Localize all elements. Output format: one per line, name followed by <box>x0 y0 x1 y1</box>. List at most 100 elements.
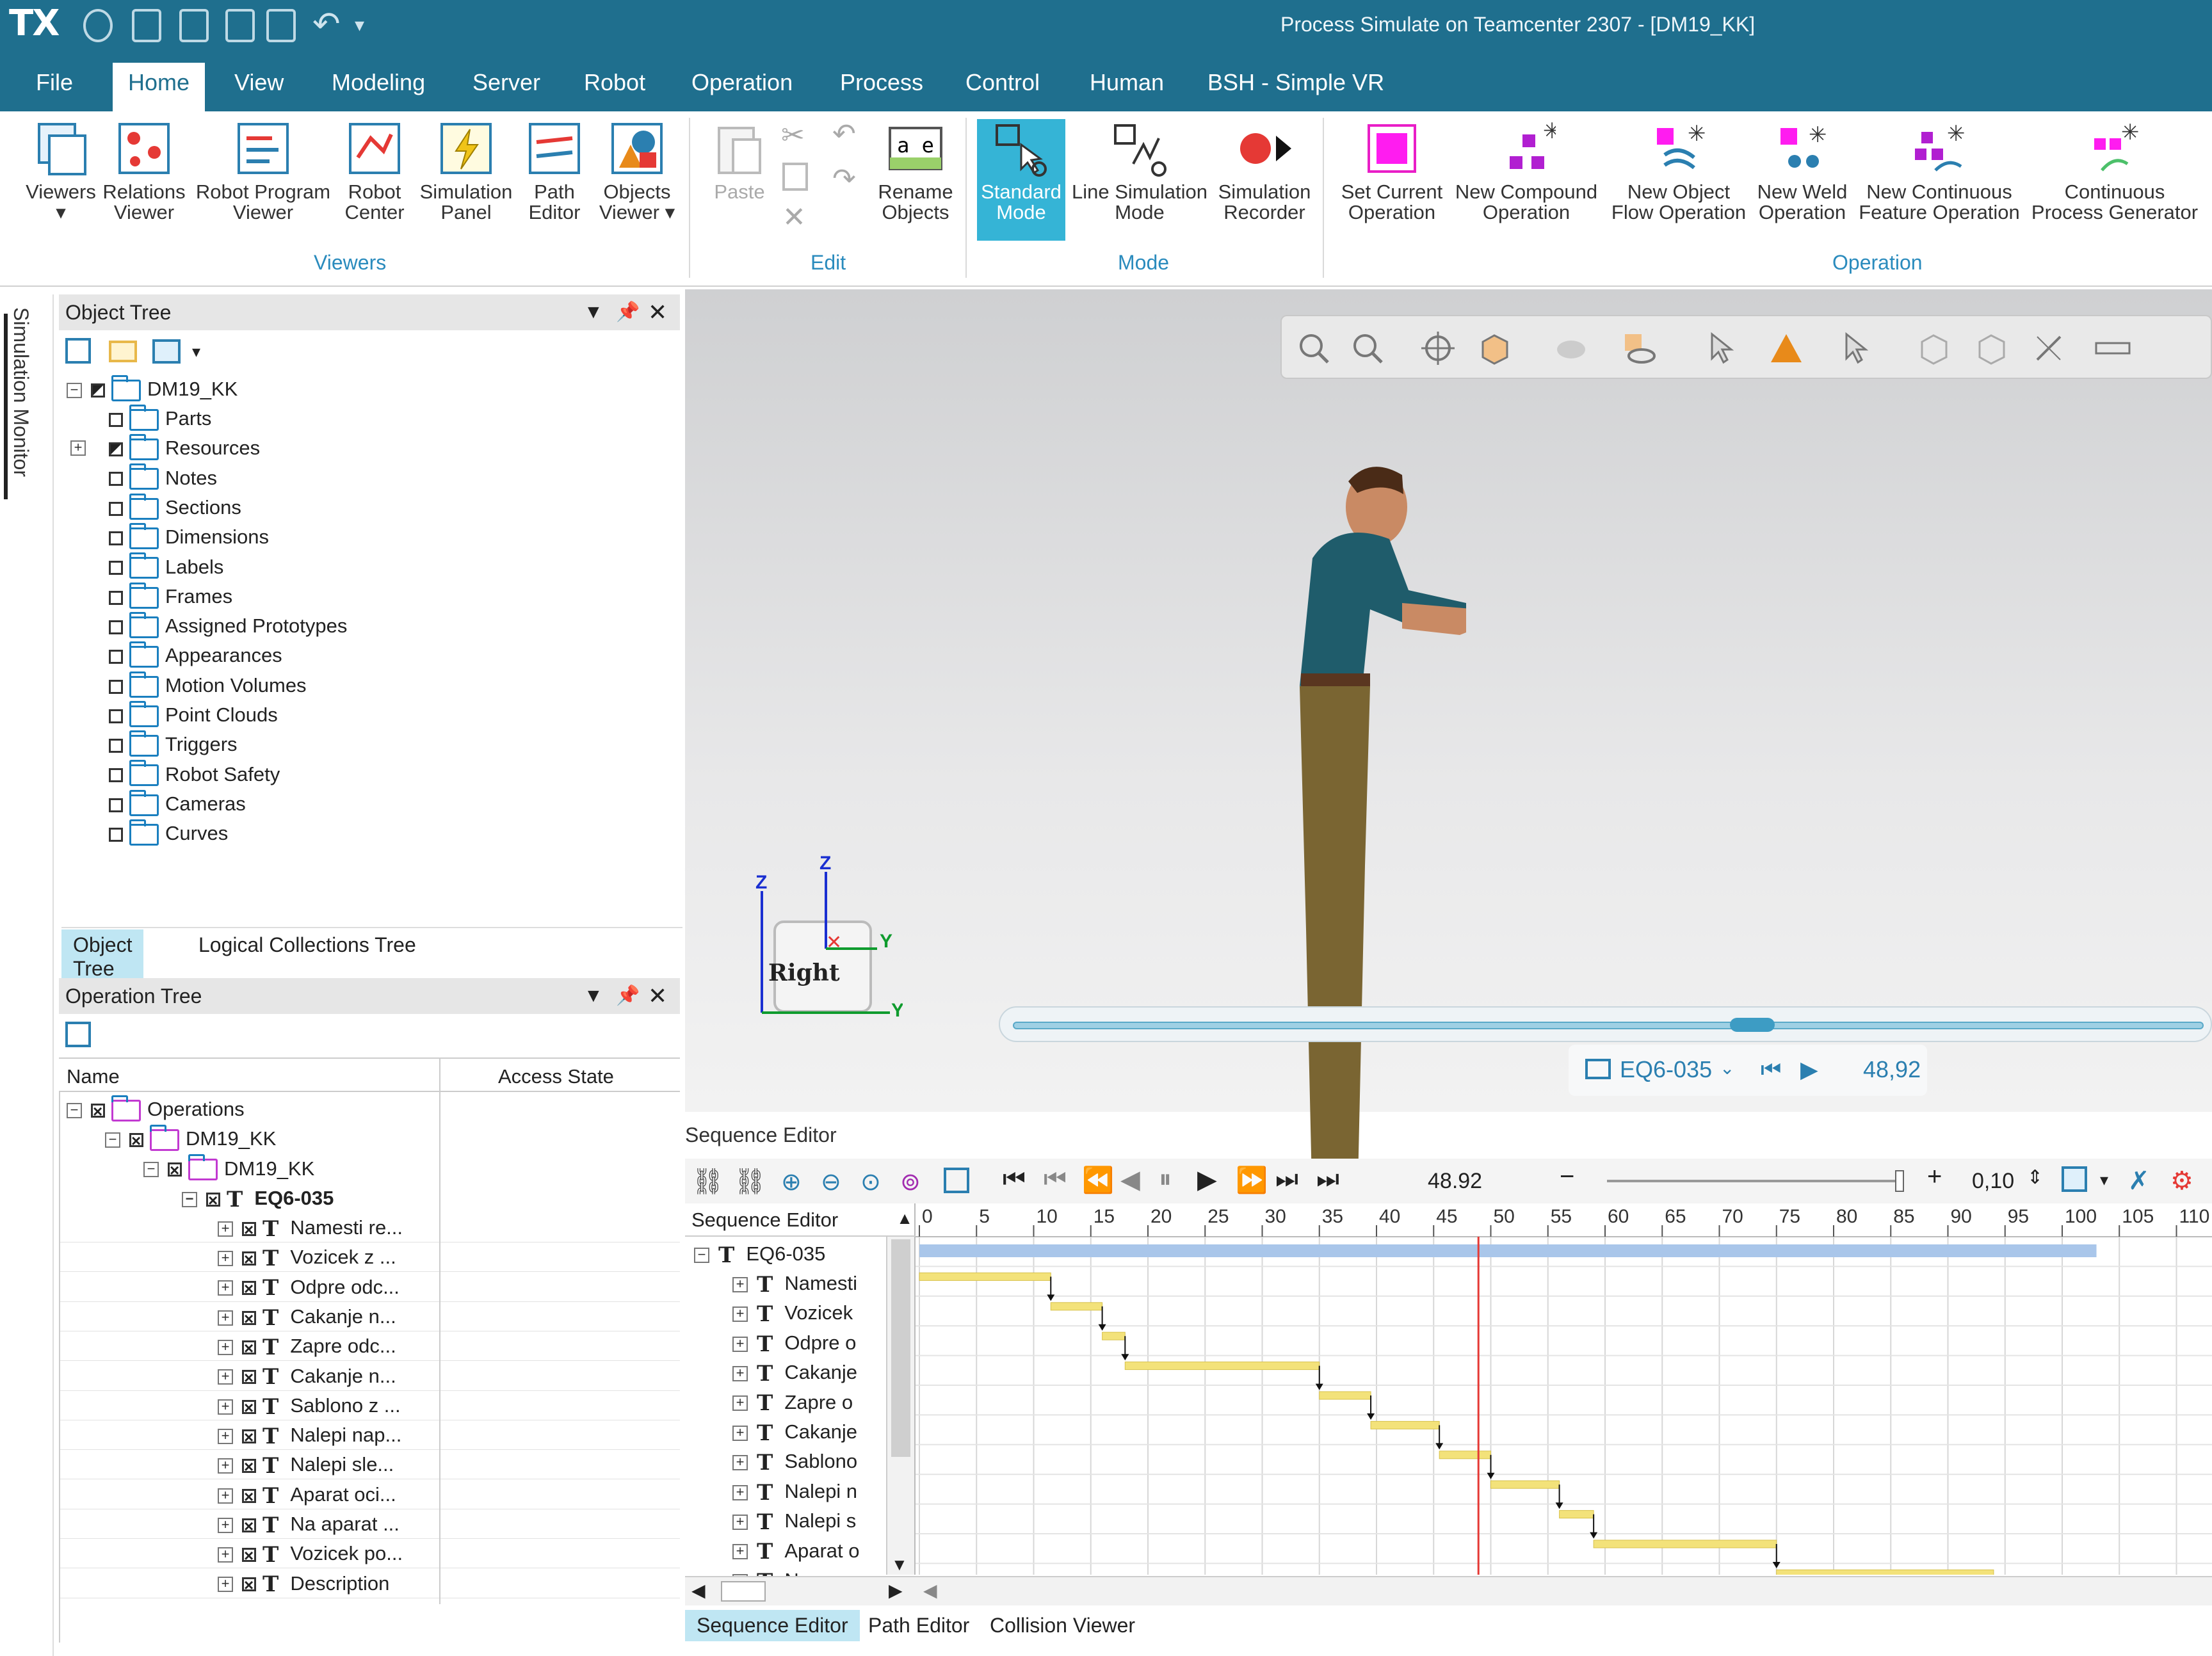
operation-tree-op-row[interactable]: + T Vozicek z ... <box>218 1242 396 1274</box>
delete-icon[interactable]: ✕ <box>782 201 806 234</box>
panel-menu-icon[interactable]: ▼ <box>584 978 603 1014</box>
scroll-up-icon[interactable]: ▲ <box>896 1209 913 1228</box>
sequence-scrollbar[interactable]: ▼ <box>886 1237 914 1575</box>
column-name[interactable]: Name <box>67 1065 120 1088</box>
step-backward-icon[interactable]: ⏪ <box>1082 1165 1114 1195</box>
simulation-slider[interactable] <box>999 1006 2212 1042</box>
object-tree-item[interactable]: Notes <box>109 463 217 493</box>
robot-program-viewer-button[interactable]: Robot Program Viewer <box>190 119 337 223</box>
expand-icon[interactable]: + <box>218 1399 233 1415</box>
object-tree-item[interactable]: Assigned Prototypes <box>109 611 347 641</box>
center-icon[interactable] <box>1420 330 1456 366</box>
continuous-process-generator-button[interactable]: ✳ Continuous Process Generator <box>2028 119 2201 223</box>
sequence-op-row[interactable]: + T Cakanje <box>732 1417 886 1447</box>
tab-path-editor[interactable]: Path Editor <box>868 1614 969 1637</box>
pause-icon[interactable]: ⏸ <box>1159 1165 1172 1194</box>
visibility-checkbox[interactable] <box>109 501 123 516</box>
expand-icon[interactable]: + <box>218 1488 233 1504</box>
operation-tree-op-row[interactable]: + T Namesti re... <box>218 1213 403 1244</box>
filter-icon[interactable] <box>944 1168 969 1193</box>
current-operation[interactable]: EQ6-035 <box>1620 1056 1712 1083</box>
visibility-checkbox[interactable] <box>242 1274 256 1303</box>
object-tree-item[interactable]: Triggers <box>109 730 238 759</box>
relations-viewer-button[interactable]: Relations Viewer <box>102 119 186 223</box>
unlink-icon[interactable]: ⛓ <box>734 1166 766 1196</box>
expand-icon[interactable]: + <box>218 1310 233 1326</box>
sequence-op-row[interactable]: + T Cakanje <box>732 1358 886 1387</box>
visibility-checkbox[interactable] <box>242 1393 256 1422</box>
paste-button[interactable]: Paste <box>704 119 775 202</box>
menu-human[interactable]: Human <box>1090 69 1164 96</box>
visibility-checkbox[interactable] <box>242 1215 256 1244</box>
visibility-checkbox[interactable] <box>129 1126 143 1155</box>
visibility-checkbox[interactable] <box>91 383 105 398</box>
visibility-checkbox[interactable] <box>242 1244 256 1274</box>
link-tool-icon[interactable]: ✗ <box>2128 1166 2150 1196</box>
expand-icon[interactable]: + <box>218 1517 233 1533</box>
visibility-checkbox[interactable] <box>91 1097 105 1126</box>
sequence-time-value[interactable]: 48.92 <box>1428 1169 1482 1194</box>
measure-icon[interactable] <box>2095 330 2131 366</box>
pick-level-icon[interactable] <box>1768 330 1804 366</box>
pick-icon[interactable] <box>1704 330 1740 366</box>
line-simulation-mode-button[interactable]: Line Simulation Mode <box>1069 119 1210 223</box>
visibility-checkbox[interactable] <box>109 679 123 694</box>
visibility-checkbox[interactable] <box>109 739 123 753</box>
placement-icon[interactable] <box>1916 330 1951 366</box>
operation-tree-op-row[interactable]: + T Zapre odc... <box>218 1331 396 1363</box>
save-icon[interactable] <box>266 9 296 42</box>
scroll-left-icon[interactable]: ◀ <box>691 1580 706 1601</box>
expand-icon[interactable]: + <box>732 1306 748 1322</box>
visibility-checkbox[interactable] <box>109 590 123 605</box>
visibility-checkbox[interactable] <box>109 798 123 812</box>
tab-logical-collections-tree[interactable]: Logical Collections Tree <box>198 933 416 957</box>
tab-collision-viewer[interactable]: Collision Viewer <box>990 1614 1135 1637</box>
graphic-viewer[interactable]: ✕ Right Z Z Y Y EQ6-035 ⌄ ⏮ ▶ 48,92 <box>685 289 2212 1225</box>
zoom-out-icon[interactable]: ⊖ <box>821 1168 841 1196</box>
expand-icon[interactable]: + <box>218 1428 233 1444</box>
menu-process[interactable]: Process <box>840 69 923 96</box>
expand-icon[interactable]: + <box>732 1515 748 1530</box>
visibility-checkbox[interactable] <box>242 1333 256 1363</box>
scroll-right-icon[interactable]: ▶ <box>889 1580 903 1601</box>
rename-objects-button[interactable]: a e Rename Objects <box>871 119 960 223</box>
visibility-checkbox[interactable] <box>206 1186 220 1215</box>
visibility-checkbox[interactable] <box>242 1304 256 1333</box>
object-tree-item[interactable]: Cameras <box>109 789 246 819</box>
pin-icon[interactable]: 📌 <box>616 294 640 330</box>
pin-icon[interactable]: 📌 <box>616 978 640 1014</box>
expand-icon[interactable]: + <box>218 1280 233 1296</box>
expand-icon[interactable]: + <box>732 1366 748 1381</box>
toolbar-dropdown-icon[interactable]: ▾ <box>192 342 200 362</box>
collapse-icon[interactable]: − <box>694 1247 709 1263</box>
open-folder-icon[interactable] <box>152 339 181 364</box>
object-tree-item[interactable]: Labels <box>109 552 223 582</box>
render-mode-icon[interactable] <box>1553 330 1589 366</box>
expand-icon[interactable]: + <box>732 1395 748 1411</box>
speed-slider[interactable] <box>1607 1180 1901 1182</box>
simulation-thumb[interactable] <box>1730 1018 1775 1032</box>
operation-tree-row[interactable]: − DM19_KK <box>143 1154 314 1185</box>
link-icon[interactable]: ⛓ <box>691 1166 724 1196</box>
zoom-in-icon[interactable]: ⊕ <box>781 1168 802 1196</box>
expand-icon[interactable]: + <box>70 440 86 456</box>
tab-sequence-editor[interactable]: Sequence Editor <box>685 1610 860 1641</box>
visibility-checkbox[interactable] <box>242 1511 256 1541</box>
close-icon[interactable]: ✕ <box>648 294 667 330</box>
expand-icon[interactable]: + <box>218 1221 233 1237</box>
scrollbar-thumb[interactable] <box>721 1581 766 1602</box>
play-forward-icon[interactable]: ▶ <box>1197 1165 1217 1194</box>
object-tree-item[interactable]: Dimensions <box>109 522 269 552</box>
tree-root-row[interactable]: − DM19_KK <box>67 374 238 404</box>
visibility-checkbox[interactable] <box>109 412 123 427</box>
tree-filter-icon[interactable] <box>65 338 91 364</box>
sequence-op-row[interactable]: + T Nalepi n <box>732 1477 886 1506</box>
speed-increase-icon[interactable]: + <box>1927 1162 1942 1191</box>
operation-tree-op-row[interactable]: + T Nalepi nap... <box>218 1420 401 1452</box>
visibility-checkbox[interactable] <box>109 709 123 723</box>
speed-decrease-icon[interactable]: − <box>1560 1162 1574 1191</box>
expand-icon[interactable]: + <box>732 1276 748 1292</box>
view-cube-icon[interactable] <box>1476 330 1512 366</box>
manipulator-icon[interactable] <box>2031 330 2067 366</box>
expand-icon[interactable]: + <box>732 1544 748 1560</box>
